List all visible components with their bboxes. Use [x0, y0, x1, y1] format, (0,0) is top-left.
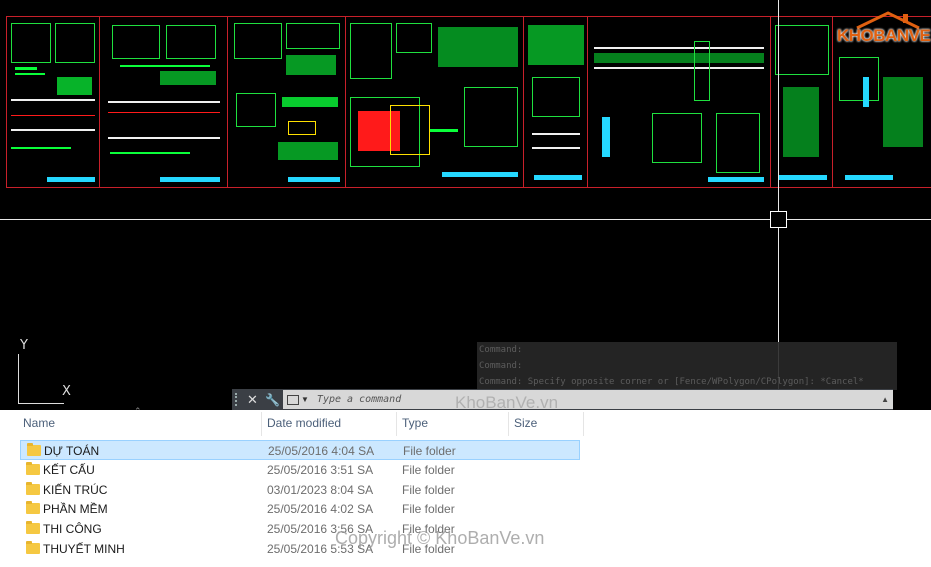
command-history: Command: Command: Command: Specify oppos… — [477, 342, 897, 390]
command-icon[interactable] — [287, 394, 299, 405]
drawing-sheets — [6, 16, 931, 188]
command-history-line: Command: — [477, 358, 897, 374]
column-name[interactable]: Name — [23, 416, 55, 430]
command-placeholder: Type a command — [316, 394, 402, 405]
file-name: DỰ TOÁN — [44, 444, 100, 458]
command-history-line: Command: — [477, 342, 897, 358]
drawing-sheet — [7, 17, 100, 187]
file-row[interactable]: PHẦN MỀM 25/05/2016 4:02 SA File folder — [20, 499, 580, 519]
file-date: 25/05/2016 4:04 SA — [268, 444, 375, 458]
cad-drawing-area[interactable]: KHOBANVE Y X Command: Command: Command: … — [0, 0, 931, 410]
file-name: KIẾN TRÚC — [43, 483, 108, 497]
drawing-sheet — [588, 17, 771, 187]
file-date: 03/01/2023 8:04 SA — [267, 483, 374, 497]
chevron-up-icon[interactable]: ▲ — [881, 395, 889, 404]
file-row[interactable]: DỰ TOÁN 25/05/2016 4:04 SA File folder — [20, 440, 580, 460]
drawing-sheet — [346, 17, 524, 187]
watermark-bottom: Copyright © KhoBanVe.vn — [335, 528, 545, 548]
drawing-sheet — [100, 17, 228, 187]
drawing-sheet — [228, 17, 346, 187]
file-type: File folder — [402, 502, 455, 516]
drawing-sheet — [524, 17, 588, 187]
file-date: 25/05/2016 3:51 SA — [267, 463, 374, 477]
file-name: THUYẾT MINH — [43, 542, 125, 556]
file-name: THI CÔNG — [43, 522, 102, 536]
column-type[interactable]: Type — [402, 416, 428, 430]
close-icon[interactable]: ✕ — [247, 392, 259, 408]
file-type: File folder — [402, 483, 455, 497]
khobanve-logo: KHOBANVE — [833, 10, 931, 52]
file-name: PHẦN MỀM — [43, 502, 108, 516]
column-size[interactable]: Size — [514, 416, 537, 430]
command-history-line: Command: Specify opposite corner or [Fen… — [477, 374, 897, 390]
folder-icon — [26, 462, 40, 475]
sort-up-icon: ⌃ — [134, 406, 142, 416]
file-date: 25/05/2016 4:02 SA — [267, 502, 374, 516]
logo-text: KHOBANVE — [837, 26, 931, 45]
file-type: File folder — [402, 463, 455, 477]
column-date-modified[interactable]: Date modified — [267, 416, 341, 430]
folder-icon — [26, 501, 40, 514]
folder-icon — [26, 521, 40, 534]
file-type: File folder — [403, 444, 456, 458]
grip-icon[interactable] — [235, 393, 245, 406]
file-name: KẾT CẤU — [43, 463, 95, 477]
chevron-down-icon[interactable]: ▼ — [301, 395, 309, 404]
folder-icon — [26, 541, 40, 554]
command-line-bar: ✕ 🔧 ▼ Type a command ▲ — [232, 389, 893, 410]
crosshair-horizontal — [0, 219, 931, 220]
cursor-pickbox — [770, 211, 787, 228]
column-header: Name ⌃ Date modified Type Size — [0, 406, 931, 438]
ucs-x-label: X — [62, 384, 71, 399]
file-row[interactable]: KẾT CẤU 25/05/2016 3:51 SA File folder — [20, 460, 580, 480]
ucs-y-label: Y — [20, 338, 28, 353]
folder-icon — [27, 443, 41, 456]
watermark-top: KhoBanVe.vn — [455, 393, 559, 410]
drawing-sheet — [771, 17, 833, 187]
folder-icon — [26, 482, 40, 495]
file-row[interactable]: KIẾN TRÚC 03/01/2023 8:04 SA File folder — [20, 480, 580, 500]
wrench-icon[interactable]: 🔧 — [265, 393, 280, 407]
command-input[interactable]: ▼ Type a command ▲ — [283, 390, 893, 409]
